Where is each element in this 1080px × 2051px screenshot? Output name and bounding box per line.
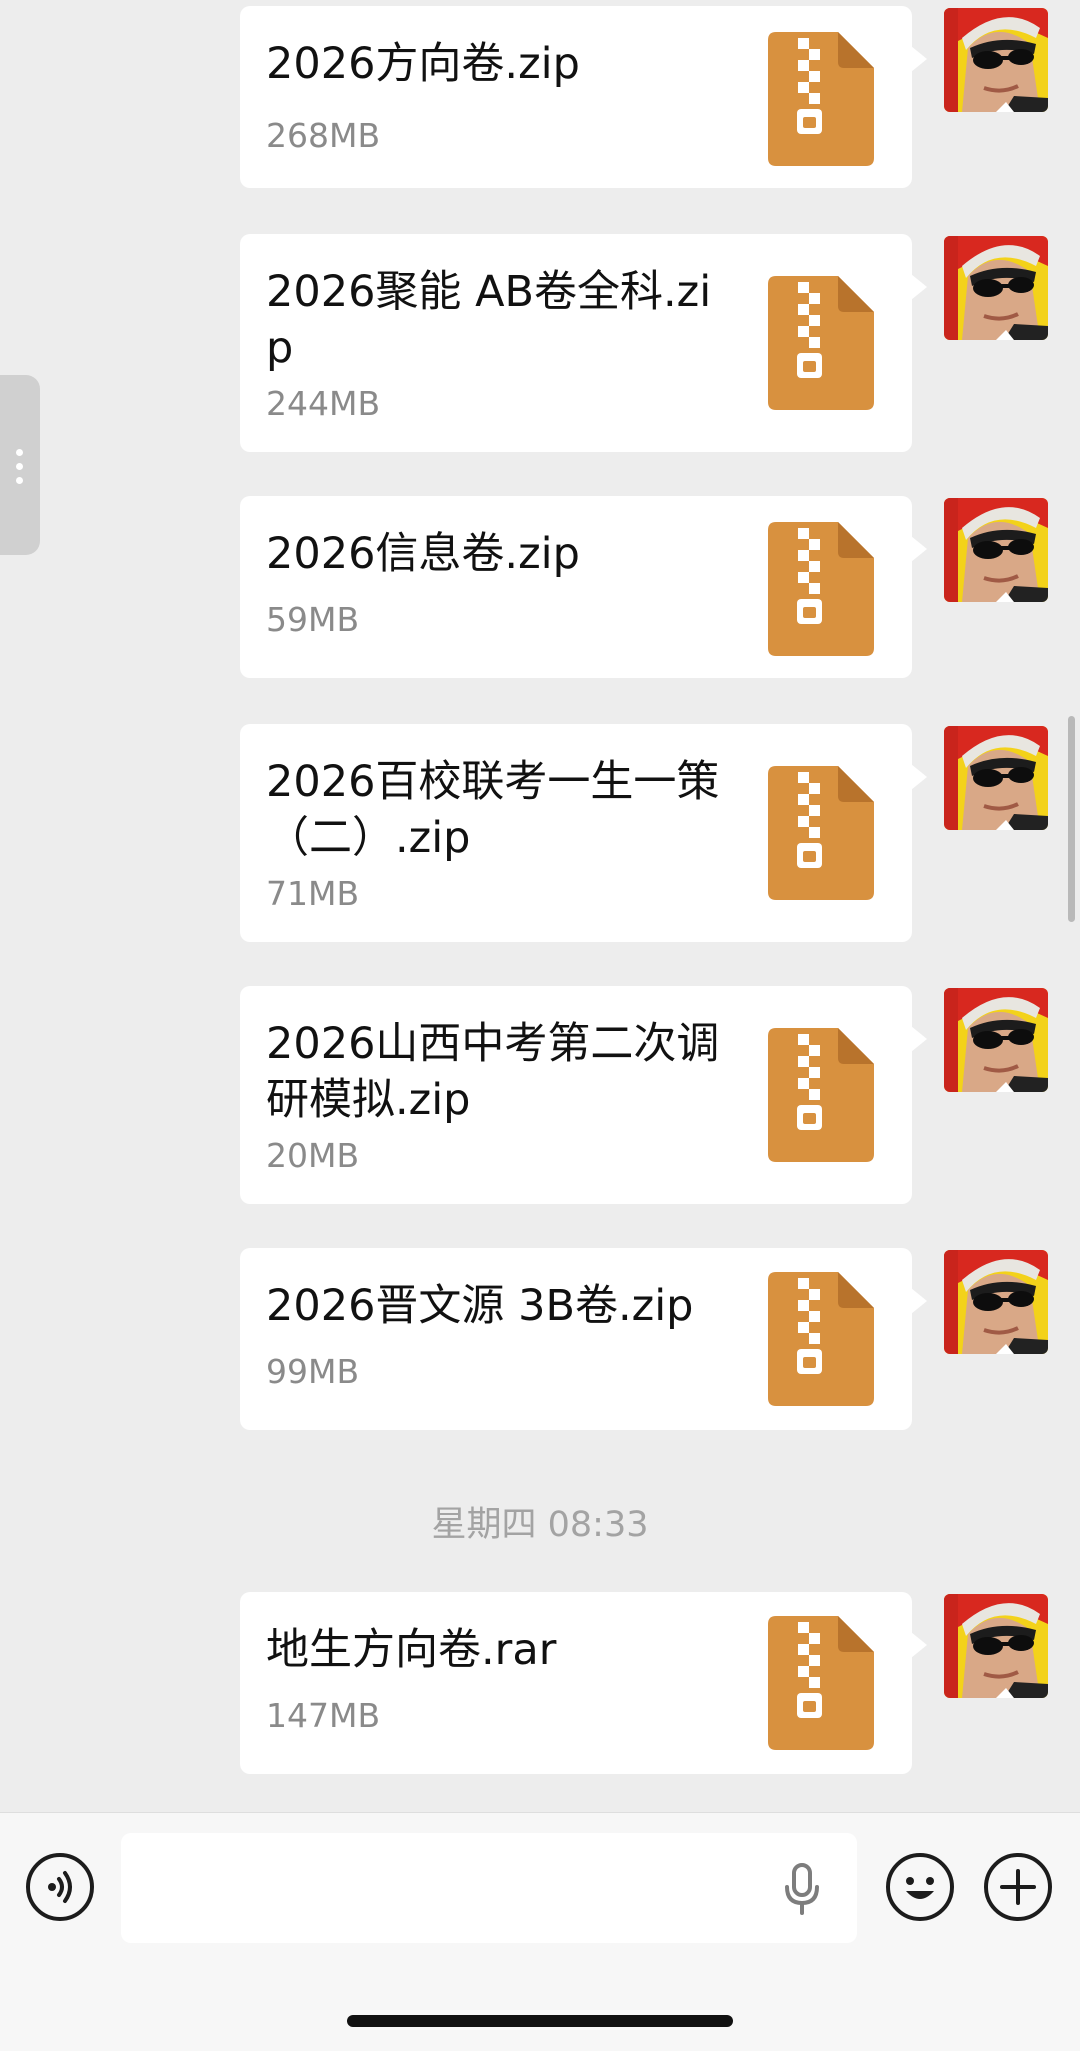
- floating-window-handle[interactable]: [0, 375, 40, 555]
- file-name: 地生方向卷.rar: [266, 1625, 557, 1675]
- voice-mode-button[interactable]: [26, 1853, 94, 1921]
- file-name: 2026聚能 AB卷全科.zip: [266, 267, 712, 373]
- file-message[interactable]: 2026聚能 AB卷全科.zip 244MB: [240, 234, 927, 452]
- zip-file-icon: [768, 1616, 874, 1750]
- handle-dot: [16, 477, 23, 484]
- file-bubble[interactable]: 2026晋文源 3B卷.zip 99MB: [240, 1248, 927, 1430]
- home-indicator[interactable]: [347, 2015, 733, 2027]
- file-size: 268MB: [266, 116, 381, 155]
- file-message[interactable]: 2026信息卷.zip 59MB: [240, 496, 927, 678]
- file-size: 147MB: [266, 1696, 381, 1735]
- more-button[interactable]: [984, 1853, 1052, 1921]
- file-message[interactable]: 2026方向卷.zip 268MB: [240, 6, 927, 188]
- file-bubble[interactable]: 2026方向卷.zip 268MB: [240, 6, 927, 188]
- file-size: 59MB: [266, 600, 360, 639]
- user-avatar[interactable]: [944, 1250, 1048, 1354]
- file-message[interactable]: 2026晋文源 3B卷.zip 99MB: [240, 1248, 927, 1430]
- message-input[interactable]: [121, 1833, 857, 1943]
- user-avatar[interactable]: [944, 1594, 1048, 1698]
- microphone-icon[interactable]: [782, 1861, 822, 1917]
- zip-file-icon: [768, 1028, 874, 1162]
- file-message[interactable]: 地生方向卷.rar 147MB: [240, 1592, 927, 1774]
- zip-file-icon: [768, 522, 874, 656]
- handle-dot: [16, 449, 23, 456]
- file-name: 2026信息卷.zip: [266, 529, 580, 579]
- emoji-button[interactable]: [886, 1853, 954, 1921]
- file-bubble[interactable]: 2026信息卷.zip 59MB: [240, 496, 927, 678]
- zip-file-icon: [768, 1272, 874, 1406]
- user-avatar[interactable]: [944, 236, 1048, 340]
- file-bubble[interactable]: 地生方向卷.rar 147MB: [240, 1592, 927, 1774]
- file-message[interactable]: 2026山西中考第二次调研模拟.zip 20MB: [240, 986, 927, 1204]
- file-message[interactable]: 2026百校联考一生一策（二）.zip 71MB: [240, 724, 927, 942]
- emoji-icon: [906, 1877, 934, 1899]
- time-separator: 星期四 08:33: [431, 1505, 649, 1545]
- zip-file-icon: [768, 276, 874, 410]
- file-size: 99MB: [266, 1352, 360, 1391]
- file-name: 2026山西中考第二次调研模拟.zip: [266, 1019, 720, 1125]
- handle-dot: [16, 463, 23, 470]
- zip-file-icon: [768, 32, 874, 166]
- file-name: 2026百校联考一生一策（二）.zip: [266, 757, 720, 863]
- chat-message-list[interactable]: 2026方向卷.zip 268MB 2026聚能 AB卷全科.zip 244MB…: [0, 0, 1080, 1812]
- file-size: 20MB: [266, 1136, 360, 1175]
- file-size: 244MB: [266, 384, 381, 423]
- voice-mode-icon: [48, 1871, 72, 1903]
- file-name: 2026方向卷.zip: [266, 39, 580, 89]
- file-name: 2026晋文源 3B卷.zip: [266, 1281, 694, 1331]
- plus-icon: [1000, 1869, 1036, 1905]
- zip-file-icon: [768, 766, 874, 900]
- user-avatar[interactable]: [944, 988, 1048, 1092]
- user-avatar[interactable]: [944, 726, 1048, 830]
- user-avatar[interactable]: [944, 8, 1048, 112]
- user-avatar[interactable]: [944, 498, 1048, 602]
- scrollbar[interactable]: [1068, 716, 1075, 922]
- file-bubble[interactable]: 2026聚能 AB卷全科.zip 244MB: [240, 234, 927, 452]
- file-size: 71MB: [266, 874, 360, 913]
- file-bubble[interactable]: 2026百校联考一生一策（二）.zip 71MB: [240, 724, 927, 942]
- file-bubble[interactable]: 2026山西中考第二次调研模拟.zip 20MB: [240, 986, 927, 1204]
